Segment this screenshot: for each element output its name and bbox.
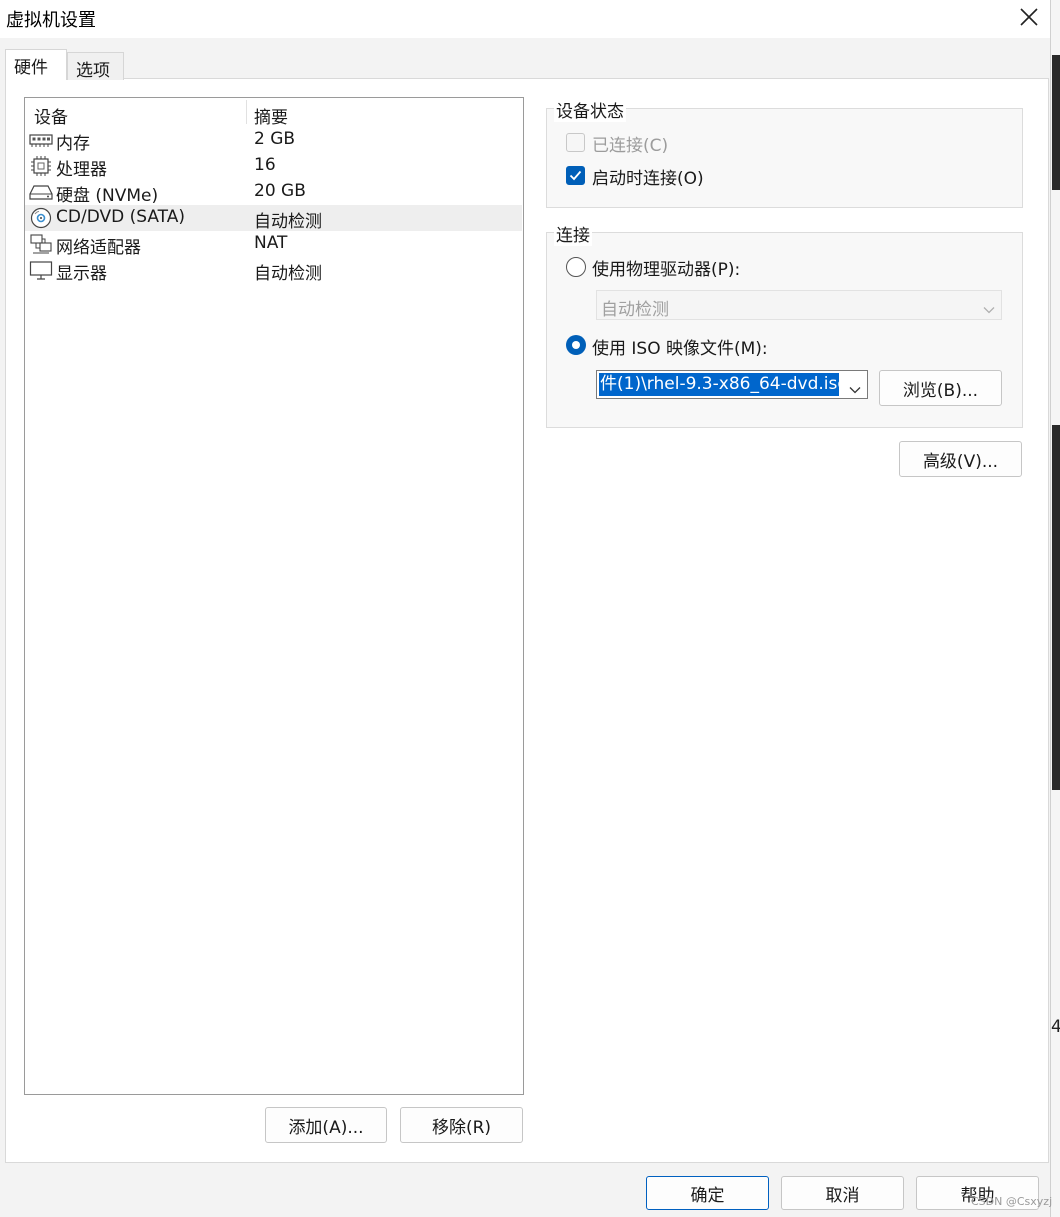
physical-drive-value: 自动检测 [601,300,669,320]
device-summary: 2 GB [254,129,296,149]
display-icon [29,259,53,281]
cancel-button[interactable]: 取消 [781,1176,904,1210]
device-row-memory[interactable]: 内存 2 GB [25,127,522,154]
background-dark-block [1052,55,1060,190]
checkmark-icon [569,170,582,181]
connection-title: 连接 [554,221,592,246]
background-dark-block [1052,425,1060,790]
watermark: CSDN @Csxyzj [971,1195,1053,1208]
device-name: CD/DVD (SATA) [56,207,185,227]
chevron-down-icon [983,299,995,319]
window-title: 虚拟机设置 [6,10,96,31]
iso-image-radio[interactable] [566,335,586,355]
device-row-network-adapter[interactable]: 网络适配器 NAT [25,231,522,258]
connect-at-power-on-label: 启动时连接(O) [592,169,704,189]
device-row-cd-dvd[interactable]: CD/DVD (SATA) 自动检测 [25,205,522,232]
device-row-processor[interactable]: 处理器 16 [25,153,522,180]
iso-path-combobox[interactable]: 件(1)\rhel-9.3-x86_64-dvd.iso [596,370,868,399]
device-row-display[interactable]: 显示器 自动检测 [25,257,522,284]
memory-icon [29,129,53,151]
processor-icon [29,155,53,177]
device-name: 处理器 [56,160,107,180]
column-header-summary[interactable]: 摘要 [254,103,288,128]
chevron-down-icon[interactable] [849,379,861,399]
connected-checkbox[interactable] [566,133,585,152]
close-button[interactable] [1010,0,1048,34]
device-status-group [546,108,1023,208]
background-partial-text: 4 [1051,1017,1060,1037]
device-summary: 自动检测 [254,264,322,284]
physical-drive-label: 使用物理驱动器(P): [592,260,741,280]
cd-dvd-icon [29,207,53,229]
device-summary: NAT [254,233,288,253]
device-summary: 自动检测 [254,212,322,232]
remove-button[interactable]: 移除(R) [400,1107,523,1143]
tab-options[interactable]: 选项 [67,52,124,81]
physical-drive-select[interactable]: 自动检测 [596,290,1002,320]
device-summary: 20 GB [254,181,306,201]
device-name: 网络适配器 [56,238,141,258]
device-status-title: 设备状态 [554,97,626,122]
title-bar [0,0,1050,38]
tab-hardware[interactable]: 硬件 [5,49,67,80]
column-divider[interactable] [246,100,247,124]
advanced-button[interactable]: 高级(V)... [899,441,1022,477]
iso-path-value[interactable]: 件(1)\rhel-9.3-x86_64-dvd.iso [599,373,839,396]
device-name: 显示器 [56,264,107,284]
column-header-device[interactable]: 设备 [34,103,68,128]
browse-button[interactable]: 浏览(B)... [879,370,1002,406]
physical-drive-radio[interactable] [566,257,586,277]
hard-disk-icon [29,181,53,203]
ok-button[interactable]: 确定 [646,1176,769,1210]
connected-label: 已连接(C) [592,136,669,156]
connect-at-power-on-checkbox[interactable] [566,166,585,185]
network-adapter-icon [29,233,53,255]
close-icon [1020,8,1038,26]
device-row-hard-disk[interactable]: 硬盘 (NVMe) 20 GB [25,179,522,206]
add-button[interactable]: 添加(A)... [265,1107,387,1143]
iso-image-label: 使用 ISO 映像文件(M): [592,339,768,359]
device-name: 硬盘 (NVMe) [56,186,159,206]
device-summary: 16 [254,155,276,175]
device-name: 内存 [56,134,90,154]
